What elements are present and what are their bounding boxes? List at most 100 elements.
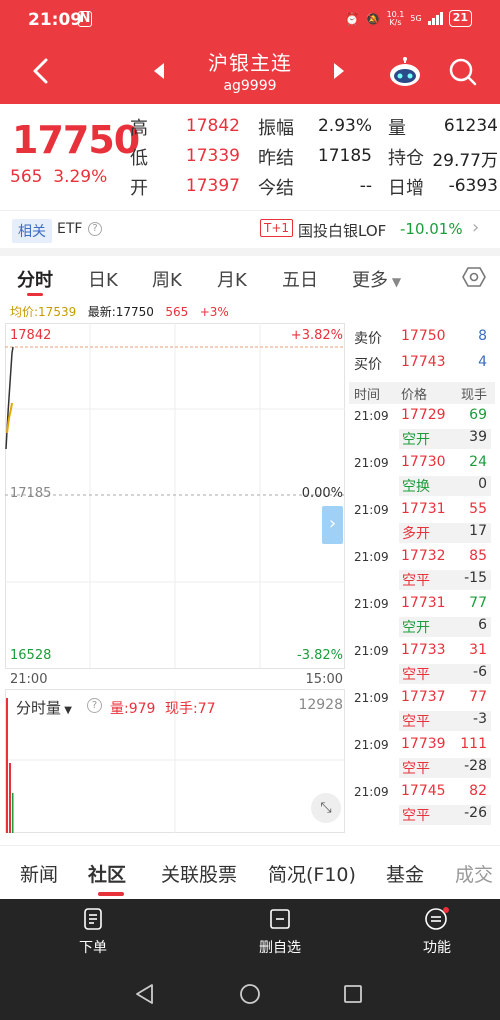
header-hand: 现手: [460, 388, 487, 403]
tick-row: 21:09 17732 85 空平 -15: [349, 548, 495, 595]
quote-panel: 17750 565 3.29% 高 17842 低 17339 开 17397 …: [0, 104, 500, 208]
price-change: 565 3.29%: [10, 167, 108, 187]
tick-type: 多开: [402, 526, 430, 542]
tab-community[interactable]: 社区: [88, 860, 126, 887]
chart-top-price: 17842: [10, 328, 52, 343]
prev-settle-label: 昨结: [258, 148, 294, 169]
nfc-icon: N: [78, 11, 92, 27]
tick-price: 17731: [401, 501, 446, 517]
tab-monthly-k[interactable]: 月K: [217, 266, 247, 292]
avg-label: 均价:: [10, 305, 39, 319]
status-bar: 21:09 N ⏰ 🔕 10.1 K/s 5G 21: [0, 0, 500, 40]
tab-five-day[interactable]: 五日: [282, 266, 318, 292]
volume-max: 12928: [298, 697, 343, 713]
chart-grid: [5, 323, 345, 833]
open-interest-label: 持仓: [388, 148, 424, 169]
back-icon[interactable]: [26, 56, 56, 86]
daily-inc-value: -6393: [448, 176, 498, 196]
contract-code: ag9999: [223, 78, 277, 94]
tick-time: 21:09: [354, 550, 389, 564]
open-interest-value: 29.77万: [432, 151, 498, 171]
remove-favorite-icon: [270, 909, 290, 929]
tab-intraday[interactable]: 分时: [17, 266, 53, 292]
latest-label: 最新:: [87, 305, 116, 319]
tick-price: 17733: [401, 642, 446, 658]
tab-related-stocks[interactable]: 关联股票: [161, 860, 237, 887]
fullscreen-icon[interactable]: ⤡: [311, 793, 341, 823]
volume-help-icon[interactable]: ?: [87, 698, 102, 713]
tick-price: 17745: [401, 783, 446, 799]
system-nav-bar: [0, 969, 500, 1020]
latest-change: 565: [165, 305, 189, 319]
tick-price: 17732: [401, 548, 446, 564]
tab-news[interactable]: 新闻: [20, 860, 58, 887]
search-icon[interactable]: [448, 57, 478, 87]
tab-fund[interactable]: 基金: [386, 860, 424, 887]
tick-price: 17731: [401, 595, 446, 611]
tick-volume: 24: [469, 454, 487, 470]
related-bar[interactable]: 相关 ETF ? T+1 国投白银LOF -10.01% ›: [0, 210, 500, 256]
order-book: 卖价 17750 8 买价 17743 4 时间 价格 现手 21:09 1772…: [349, 325, 495, 835]
settle-label: 今结: [258, 178, 294, 199]
order-button[interactable]: 下单: [53, 907, 133, 957]
related-tag: 相关: [12, 219, 52, 243]
tick-oi-change: -26: [464, 805, 487, 821]
contract-title: 沪银主连: [208, 51, 292, 75]
battery-icon: 21: [448, 10, 472, 27]
tab-more[interactable]: 更多 ▼: [352, 266, 401, 292]
tick-type: 空开: [402, 620, 430, 636]
chevron-right-icon[interactable]: ›: [472, 217, 479, 238]
expand-chart-icon[interactable]: ›: [322, 506, 343, 544]
tick-type: 空平: [402, 714, 430, 730]
tick-volume: 82: [469, 783, 487, 799]
bottom-tabs: 新闻 社区 关联股票 简况(F10) 基金 成交: [0, 845, 500, 899]
remove-favorite-button[interactable]: 删自选: [240, 907, 320, 957]
tab-daily-k[interactable]: 日K: [88, 266, 118, 292]
ask-label: 卖价: [354, 331, 382, 347]
nav-home-icon[interactable]: [239, 983, 261, 1005]
amplitude-value: 2.93%: [317, 116, 372, 136]
next-contract-icon[interactable]: [332, 62, 346, 80]
features-button[interactable]: 功能: [397, 907, 477, 957]
tick-volume: 69: [469, 407, 487, 423]
assistant-robot-icon[interactable]: [388, 56, 422, 88]
help-icon[interactable]: ?: [88, 222, 102, 236]
tick-oi-change: -28: [464, 758, 487, 774]
nav-recents-icon[interactable]: [343, 984, 363, 1004]
tick-time: 21:09: [354, 409, 389, 423]
amplitude-label: 振幅: [258, 118, 294, 139]
tick-volume: 77: [469, 595, 487, 611]
tick-row: 21:09 17729 69 空开 39: [349, 407, 495, 454]
etf-label[interactable]: ETF: [57, 221, 82, 237]
lof-change: -10.01%: [400, 220, 463, 238]
low-label: 低: [130, 148, 148, 169]
settings-icon[interactable]: [462, 265, 486, 289]
tick-row: 21:09 17739 111 空平 -28: [349, 736, 495, 783]
t1-badge: T+1: [260, 219, 294, 237]
tick-price: 17739: [401, 736, 446, 752]
tick-oi-change: -6: [473, 664, 487, 680]
volume-selector[interactable]: 分时量 ▼: [16, 697, 72, 718]
features-icon: [425, 907, 449, 930]
tick-row: 21:09 17745 82 空平 -26: [349, 783, 495, 830]
tab-weekly-k[interactable]: 周K: [152, 266, 182, 292]
lof-name[interactable]: 国投白银LOF: [298, 220, 386, 241]
avg-value: 17539: [38, 305, 77, 319]
intraday-chart[interactable]: 17842 +3.82% 17185 0.00% 16528 -3.82% › …: [5, 323, 345, 833]
chart-start-time: 21:00: [10, 672, 48, 687]
tick-type: 空平: [402, 573, 430, 589]
last-price: 17750: [12, 118, 140, 162]
tick-price: 17730: [401, 454, 446, 470]
signal-icon: [427, 12, 443, 25]
tick-type: 空平: [402, 761, 430, 777]
ask-row: 卖价 17750 8: [349, 328, 495, 352]
hand-value: 现手:77: [165, 701, 216, 717]
tab-f10[interactable]: 简况(F10): [268, 860, 356, 887]
prev-settle-value: 17185: [317, 146, 372, 166]
avg-price-line: 均价:17539 最新:17750 565 +3%: [10, 303, 229, 320]
nav-back-icon[interactable]: [134, 983, 156, 1005]
action-bar: 下单 删自选 功能: [0, 899, 500, 969]
tab-trades[interactable]: 成交: [455, 860, 493, 887]
tick-oi-change: 0: [478, 476, 487, 492]
net-speed: 10.1 K/s: [386, 9, 405, 27]
